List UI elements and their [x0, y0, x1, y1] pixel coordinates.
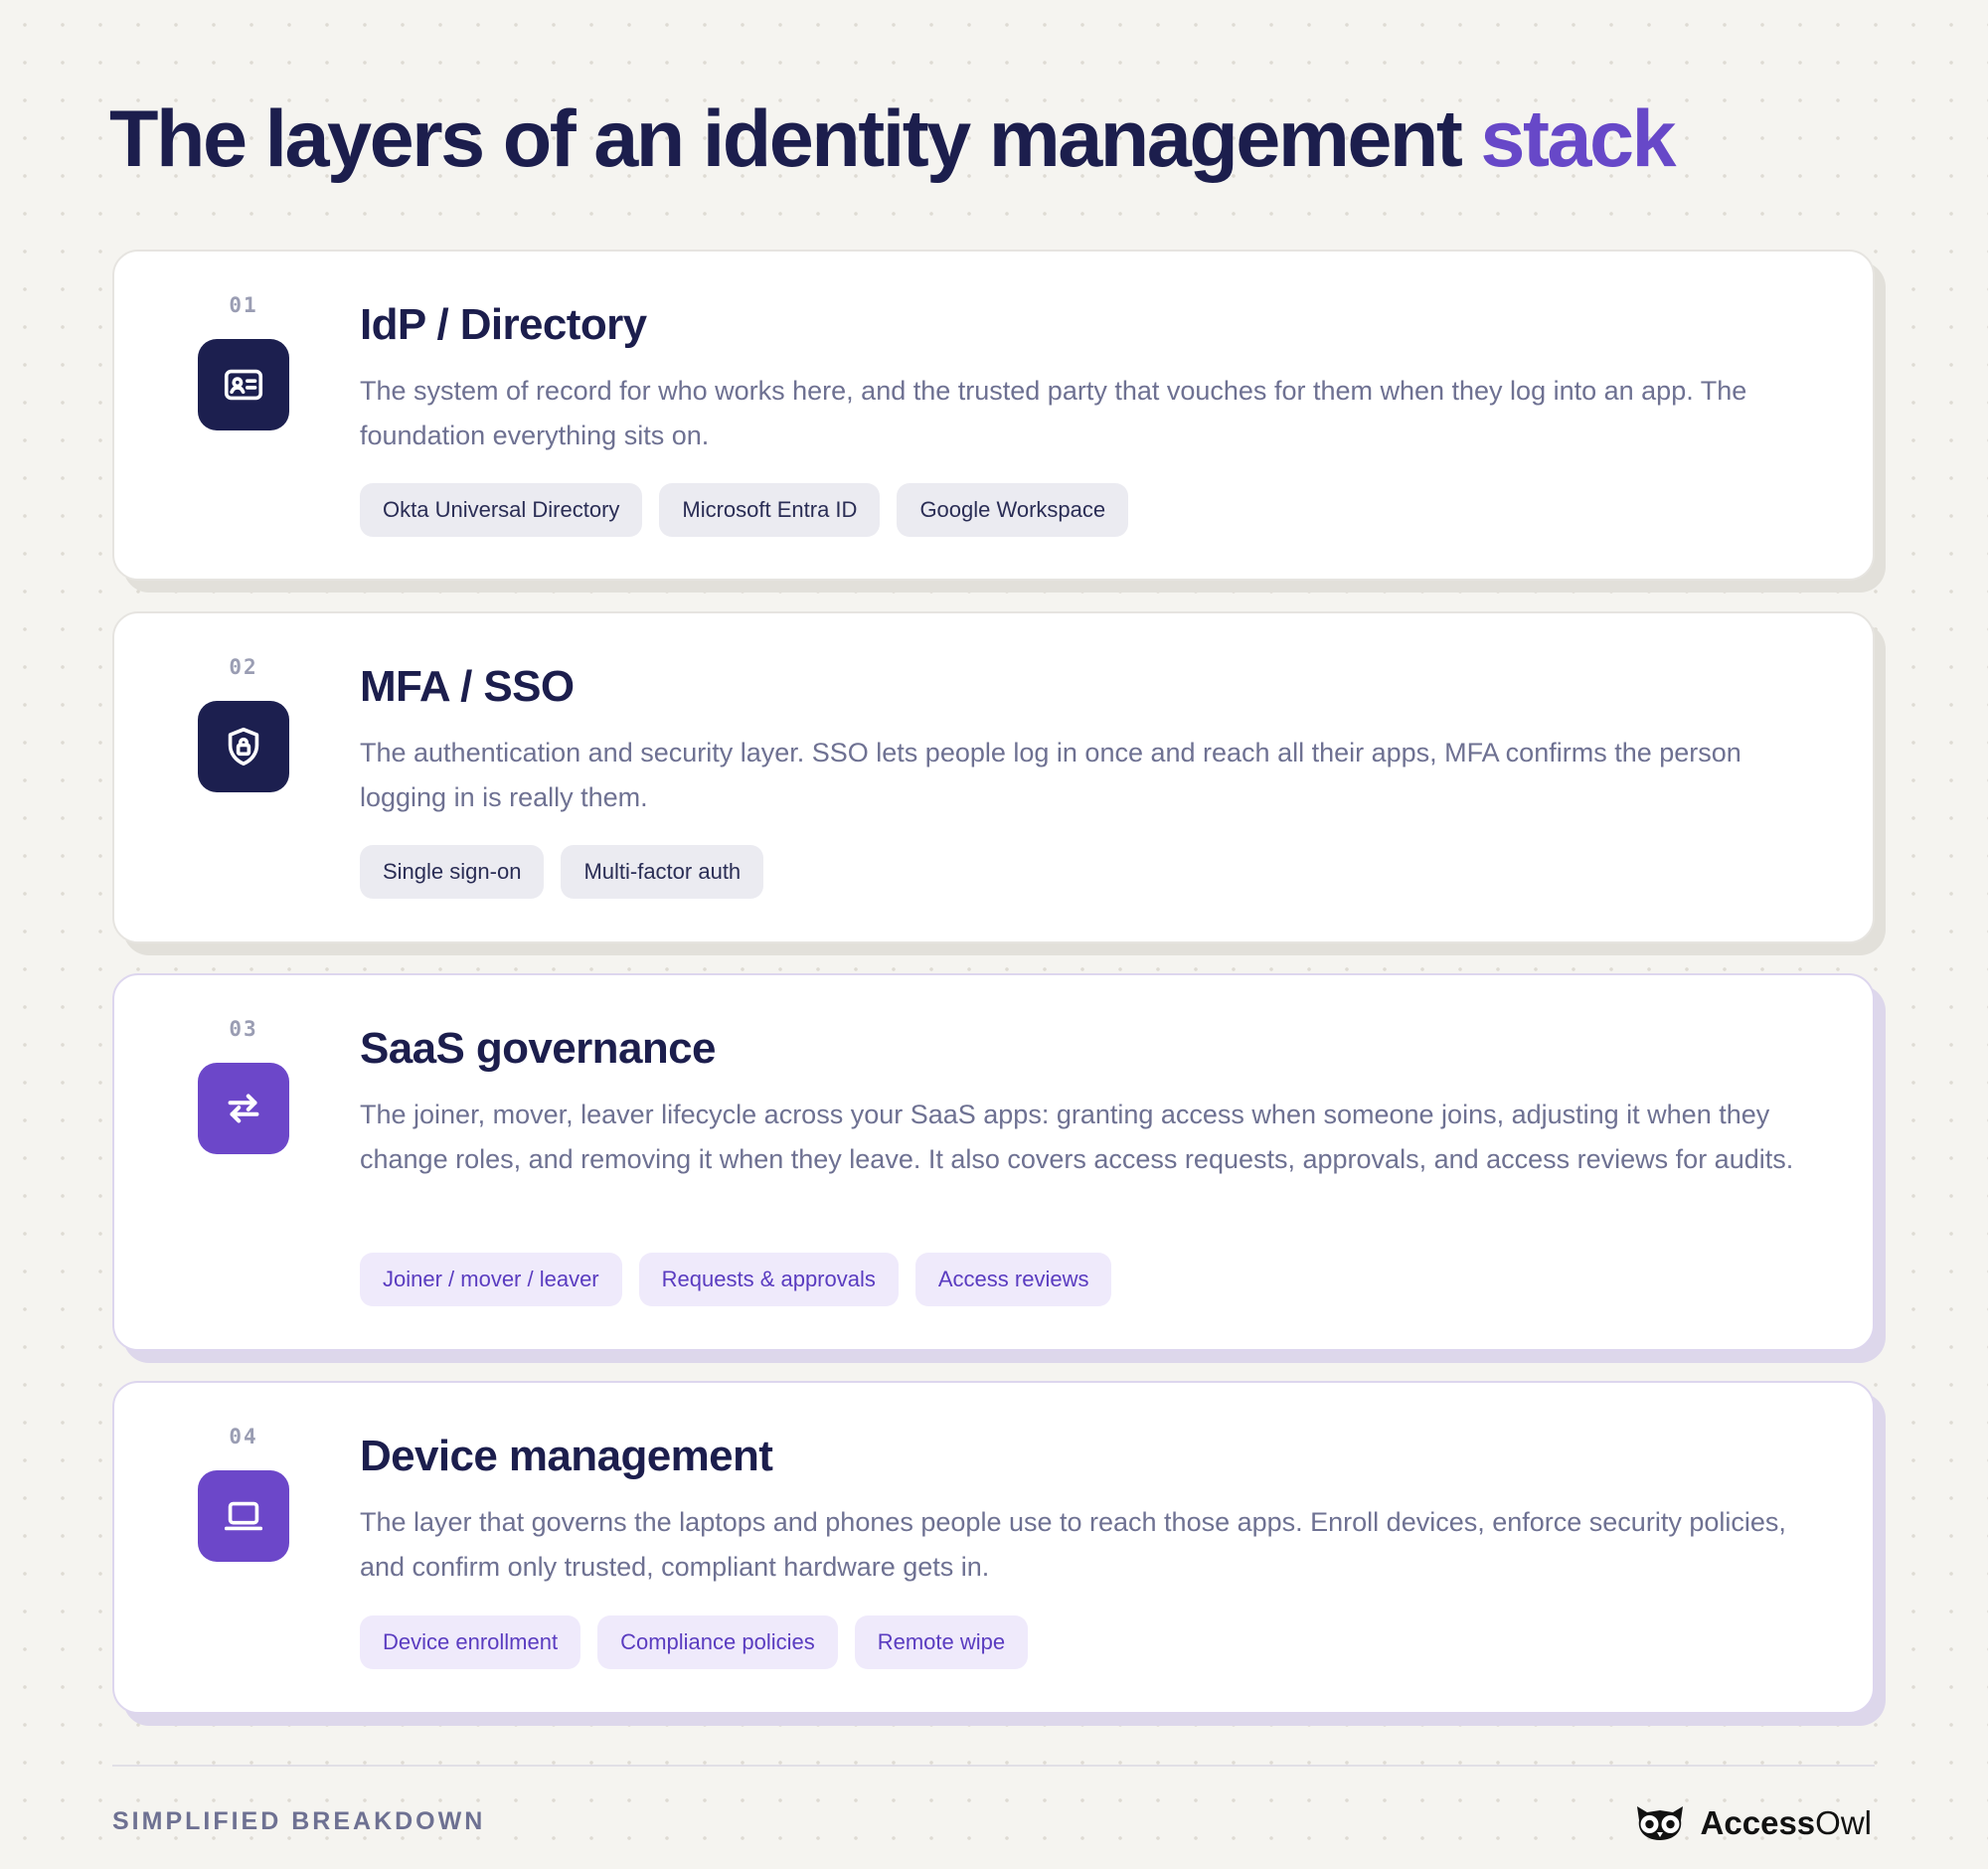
layer-description: The layer that governs the laptops and p…: [360, 1507, 1786, 1582]
layer-heading: Device management: [360, 1432, 773, 1480]
tag: Requests & approvals: [638, 1253, 899, 1306]
title-accent: stack: [1480, 94, 1676, 184]
tag-list: Single sign-on Multi-factor auth: [360, 845, 764, 899]
arrows-exchange-icon: [228, 1094, 259, 1123]
brand-name-light: Owl: [1815, 1803, 1872, 1841]
tag: Okta Universal Directory: [360, 483, 643, 537]
layer-icon-box: [198, 339, 289, 430]
layer-number: 04: [229, 1425, 258, 1448]
layer-card-idp-directory: 01 IdP / Directory The system of record …: [112, 250, 1875, 581]
id-card-icon: [224, 369, 263, 401]
layer-description: The authentication and security layer. S…: [360, 738, 1741, 812]
tag: Device enrollment: [360, 1615, 581, 1669]
layer-number: 01: [229, 293, 258, 317]
footer-label: SIMPLIFIED BREAKDOWN: [112, 1807, 486, 1835]
tag: Microsoft Entra ID: [659, 483, 881, 537]
brand-logo: AccessOwl: [1631, 1802, 1872, 1842]
layer-description: The joiner, mover, leaver lifecycle acro…: [360, 1100, 1794, 1174]
layer-card-device-management: 04 Device management The layer that gove…: [112, 1381, 1875, 1714]
layer-card-mfa-sso: 02 MFA / SSO The authentication and secu…: [112, 611, 1875, 943]
shield-lock-icon: [228, 727, 259, 766]
layer-icon-box: [198, 701, 289, 792]
layer-number: 02: [229, 655, 258, 679]
owl-logo-icon: [1636, 1806, 1683, 1840]
laptop-icon: [224, 1501, 263, 1531]
tag: Single sign-on: [360, 845, 545, 899]
tag: Joiner / mover / leaver: [360, 1253, 622, 1306]
tag: Access reviews: [914, 1253, 1112, 1306]
brand-name: AccessOwl: [1701, 1806, 1872, 1839]
tag-list: Device enrollment Compliance policies Re…: [360, 1615, 1029, 1669]
footer-divider: [112, 1765, 1875, 1767]
tag: Remote wipe: [854, 1615, 1029, 1669]
layer-heading: MFA / SSO: [360, 662, 575, 711]
tag-list: Okta Universal Directory Microsoft Entra…: [360, 483, 1129, 537]
layer-card-saas-governance: 03 SaaS governance The joiner, mover, le…: [112, 973, 1875, 1351]
layer-icon-box: [198, 1063, 289, 1154]
page-title: The layers of an identity management sta…: [109, 99, 1677, 180]
layer-number: 03: [229, 1017, 258, 1041]
layer-description: The system of record for who works here,…: [360, 376, 1747, 450]
tag-list: Joiner / mover / leaver Requests & appro…: [360, 1253, 1112, 1306]
title-main: The layers of an identity management: [109, 94, 1463, 184]
layer-heading: IdP / Directory: [360, 300, 647, 349]
tag: Compliance policies: [597, 1615, 838, 1669]
layer-heading: SaaS governance: [360, 1024, 716, 1073]
brand-name-bold: Access: [1700, 1803, 1816, 1841]
tag: Google Workspace: [897, 483, 1129, 537]
layer-icon-box: [198, 1470, 289, 1562]
tag: Multi-factor auth: [561, 845, 764, 899]
